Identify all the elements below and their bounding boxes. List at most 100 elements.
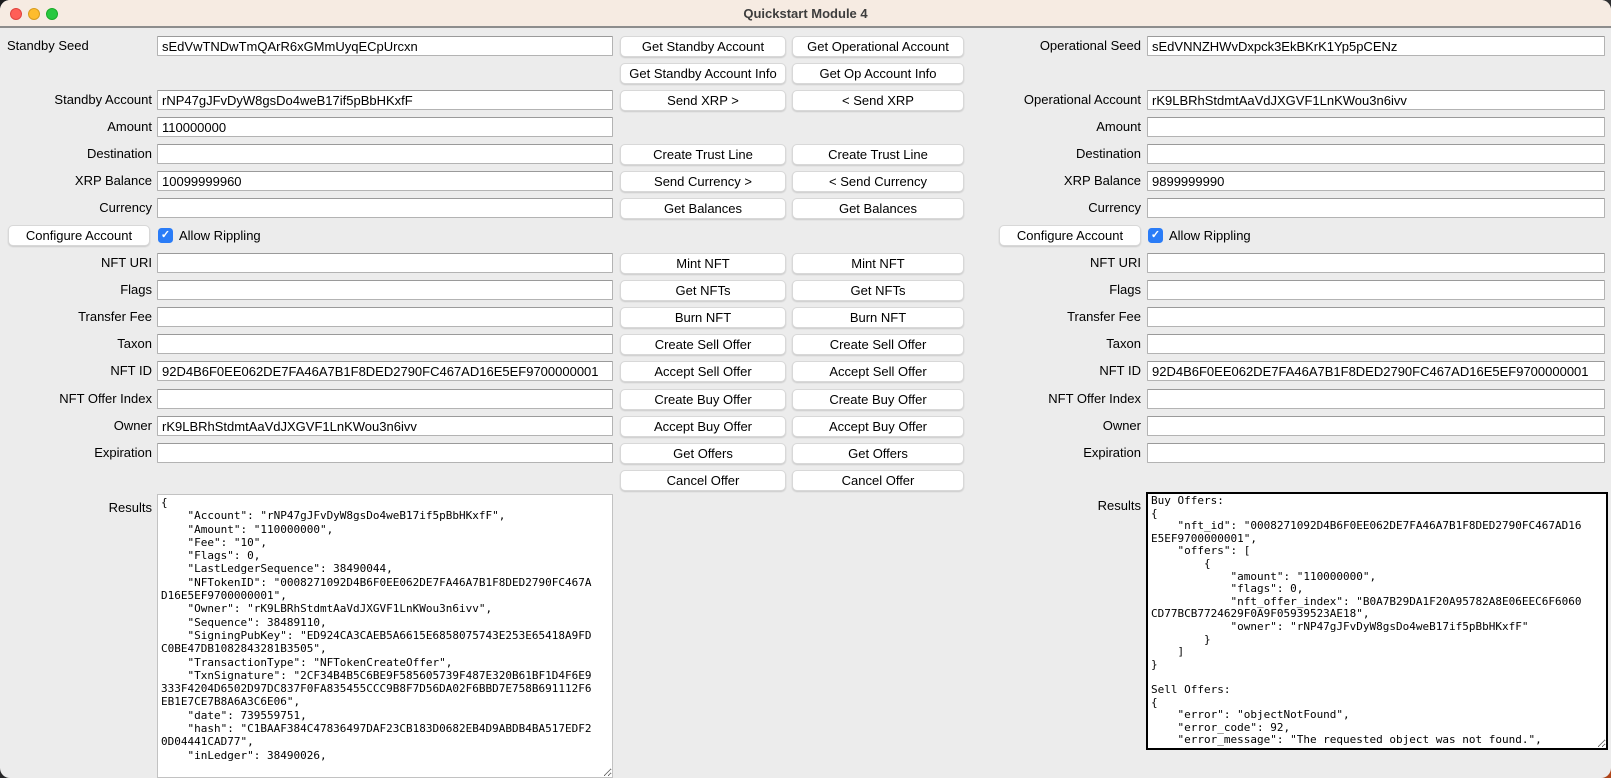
operational-accept-sell-offer-button[interactable]: Accept Sell Offer bbox=[792, 361, 964, 382]
standby-create-buy-offer-button[interactable]: Create Buy Offer bbox=[620, 389, 786, 410]
standby-configure-account-button[interactable]: Configure Account bbox=[8, 225, 150, 246]
standby-get-offers-button[interactable]: Get Offers bbox=[620, 443, 786, 464]
operational-seed-label: Operational Seed bbox=[989, 36, 1141, 56]
operational-seed-input[interactable] bbox=[1147, 36, 1605, 56]
operational-currency-input[interactable] bbox=[1147, 198, 1605, 218]
standby-allow-rippling-label: Allow Rippling bbox=[179, 226, 261, 246]
operational-taxon-input[interactable] bbox=[1147, 334, 1605, 354]
standby-taxon-input[interactable] bbox=[157, 334, 613, 354]
operational-nft-uri-input[interactable] bbox=[1147, 253, 1605, 273]
standby-expiration-label: Expiration bbox=[0, 443, 152, 463]
standby-nft-offer-index-input[interactable] bbox=[157, 389, 613, 409]
operational-nft-offer-index-input[interactable] bbox=[1147, 389, 1605, 409]
standby-account-label: Standby Account bbox=[0, 90, 152, 110]
get-op-account-info-button[interactable]: Get Op Account Info bbox=[792, 63, 964, 84]
standby-cancel-offer-button[interactable]: Cancel Offer bbox=[620, 470, 786, 491]
standby-create-trust-line-button[interactable]: Create Trust Line bbox=[620, 144, 786, 165]
standby-create-sell-offer-button[interactable]: Create Sell Offer bbox=[620, 334, 786, 355]
standby-amount-label: Amount bbox=[0, 117, 152, 137]
standby-get-balances-button[interactable]: Get Balances bbox=[620, 198, 786, 219]
operational-account-label: Operational Account bbox=[989, 90, 1141, 110]
standby-xrp-balance-input[interactable] bbox=[157, 171, 613, 191]
operational-transfer-fee-input[interactable] bbox=[1147, 307, 1605, 327]
standby-currency-label: Currency bbox=[0, 198, 152, 218]
standby-destination-input[interactable] bbox=[157, 144, 613, 164]
close-window-icon[interactable] bbox=[10, 8, 22, 20]
standby-mint-nft-button[interactable]: Mint NFT bbox=[620, 253, 786, 274]
operational-xrp-balance-label: XRP Balance bbox=[989, 171, 1141, 191]
operational-create-trust-line-button[interactable]: Create Trust Line bbox=[792, 144, 964, 165]
operational-results-textarea[interactable]: Buy Offers: { "nft_id": "0008271092D4B6F… bbox=[1146, 492, 1608, 750]
standby-flags-label: Flags bbox=[0, 280, 152, 300]
window-title: Quickstart Module 4 bbox=[0, 0, 1611, 27]
operational-nft-id-label: NFT ID bbox=[989, 361, 1141, 381]
standby-nft-offer-index-label: NFT Offer Index bbox=[0, 389, 152, 409]
standby-flags-input[interactable] bbox=[157, 280, 613, 300]
standby-currency-input[interactable] bbox=[157, 198, 613, 218]
standby-burn-nft-button[interactable]: Burn NFT bbox=[620, 307, 786, 328]
get-standby-account-info-button[interactable]: Get Standby Account Info bbox=[620, 63, 786, 84]
standby-xrp-balance-label: XRP Balance bbox=[0, 171, 152, 191]
operational-owner-input[interactable] bbox=[1147, 416, 1605, 436]
operational-nft-offer-index-label: NFT Offer Index bbox=[989, 389, 1141, 409]
standby-transfer-fee-label: Transfer Fee bbox=[0, 307, 152, 327]
standby-transfer-fee-input[interactable] bbox=[157, 307, 613, 327]
operational-destination-label: Destination bbox=[989, 144, 1141, 164]
operational-flags-label: Flags bbox=[989, 280, 1141, 300]
operational-get-nfts-button[interactable]: Get NFTs bbox=[792, 280, 964, 301]
standby-accept-buy-offer-button[interactable]: Accept Buy Offer bbox=[620, 416, 786, 437]
standby-amount-input[interactable] bbox=[157, 117, 613, 137]
operational-nft-uri-label: NFT URI bbox=[989, 253, 1141, 273]
send-xrp-right-button[interactable]: Send XRP > bbox=[620, 90, 786, 111]
operational-cancel-offer-button[interactable]: Cancel Offer bbox=[792, 470, 964, 491]
get-standby-account-button[interactable]: Get Standby Account bbox=[620, 36, 786, 57]
zoom-window-icon[interactable] bbox=[46, 8, 58, 20]
operational-account-input[interactable] bbox=[1147, 90, 1605, 110]
operational-configure-account-button[interactable]: Configure Account bbox=[999, 225, 1141, 246]
standby-allow-rippling-checkbox[interactable]: ✓ bbox=[158, 228, 173, 243]
standby-results-label: Results bbox=[0, 498, 152, 518]
send-xrp-left-button[interactable]: < Send XRP bbox=[792, 90, 964, 111]
operational-destination-input[interactable] bbox=[1147, 144, 1605, 164]
operational-currency-label: Currency bbox=[989, 198, 1141, 218]
operational-accept-buy-offer-button[interactable]: Accept Buy Offer bbox=[792, 416, 964, 437]
operational-mint-nft-button[interactable]: Mint NFT bbox=[792, 253, 964, 274]
send-currency-left-button[interactable]: < Send Currency bbox=[792, 171, 964, 192]
operational-taxon-label: Taxon bbox=[989, 334, 1141, 354]
operational-transfer-fee-label: Transfer Fee bbox=[989, 307, 1141, 327]
minimize-window-icon[interactable] bbox=[28, 8, 40, 20]
operational-expiration-input[interactable] bbox=[1147, 443, 1605, 463]
get-operational-account-button[interactable]: Get Operational Account bbox=[792, 36, 964, 57]
operational-flags-input[interactable] bbox=[1147, 280, 1605, 300]
operational-amount-input[interactable] bbox=[1147, 117, 1605, 137]
title-bar: Quickstart Module 4 bbox=[0, 0, 1611, 28]
operational-allow-rippling-checkbox[interactable]: ✓ bbox=[1148, 228, 1163, 243]
standby-results-textarea[interactable]: { "Account": "rNP47gJFvDyW8gsDo4weB17if5… bbox=[157, 494, 613, 778]
operational-allow-rippling-label: Allow Rippling bbox=[1169, 226, 1251, 246]
standby-owner-input[interactable] bbox=[157, 416, 613, 436]
standby-get-nfts-button[interactable]: Get NFTs bbox=[620, 280, 786, 301]
operational-get-balances-button[interactable]: Get Balances bbox=[792, 198, 964, 219]
operational-xrp-balance-input[interactable] bbox=[1147, 171, 1605, 191]
operational-get-offers-button[interactable]: Get Offers bbox=[792, 443, 964, 464]
standby-accept-sell-offer-button[interactable]: Accept Sell Offer bbox=[620, 361, 786, 382]
standby-taxon-label: Taxon bbox=[0, 334, 152, 354]
standby-nft-uri-input[interactable] bbox=[157, 253, 613, 273]
standby-nft-id-input[interactable] bbox=[157, 361, 613, 381]
standby-expiration-input[interactable] bbox=[157, 443, 613, 463]
operational-burn-nft-button[interactable]: Burn NFT bbox=[792, 307, 964, 328]
standby-nft-id-label: NFT ID bbox=[0, 361, 152, 381]
operational-amount-label: Amount bbox=[989, 117, 1141, 137]
operational-nft-id-input[interactable] bbox=[1147, 361, 1605, 381]
standby-nft-uri-label: NFT URI bbox=[0, 253, 152, 273]
send-currency-right-button[interactable]: Send Currency > bbox=[620, 171, 786, 192]
app-window: Quickstart Module 4 Standby Seed Standby… bbox=[0, 0, 1611, 778]
operational-expiration-label: Expiration bbox=[989, 443, 1141, 463]
standby-seed-input[interactable] bbox=[157, 36, 613, 56]
standby-account-input[interactable] bbox=[157, 90, 613, 110]
operational-owner-label: Owner bbox=[989, 416, 1141, 436]
operational-create-sell-offer-button[interactable]: Create Sell Offer bbox=[792, 334, 964, 355]
standby-seed-label: Standby Seed bbox=[7, 36, 157, 56]
operational-create-buy-offer-button[interactable]: Create Buy Offer bbox=[792, 389, 964, 410]
standby-destination-label: Destination bbox=[0, 144, 152, 164]
